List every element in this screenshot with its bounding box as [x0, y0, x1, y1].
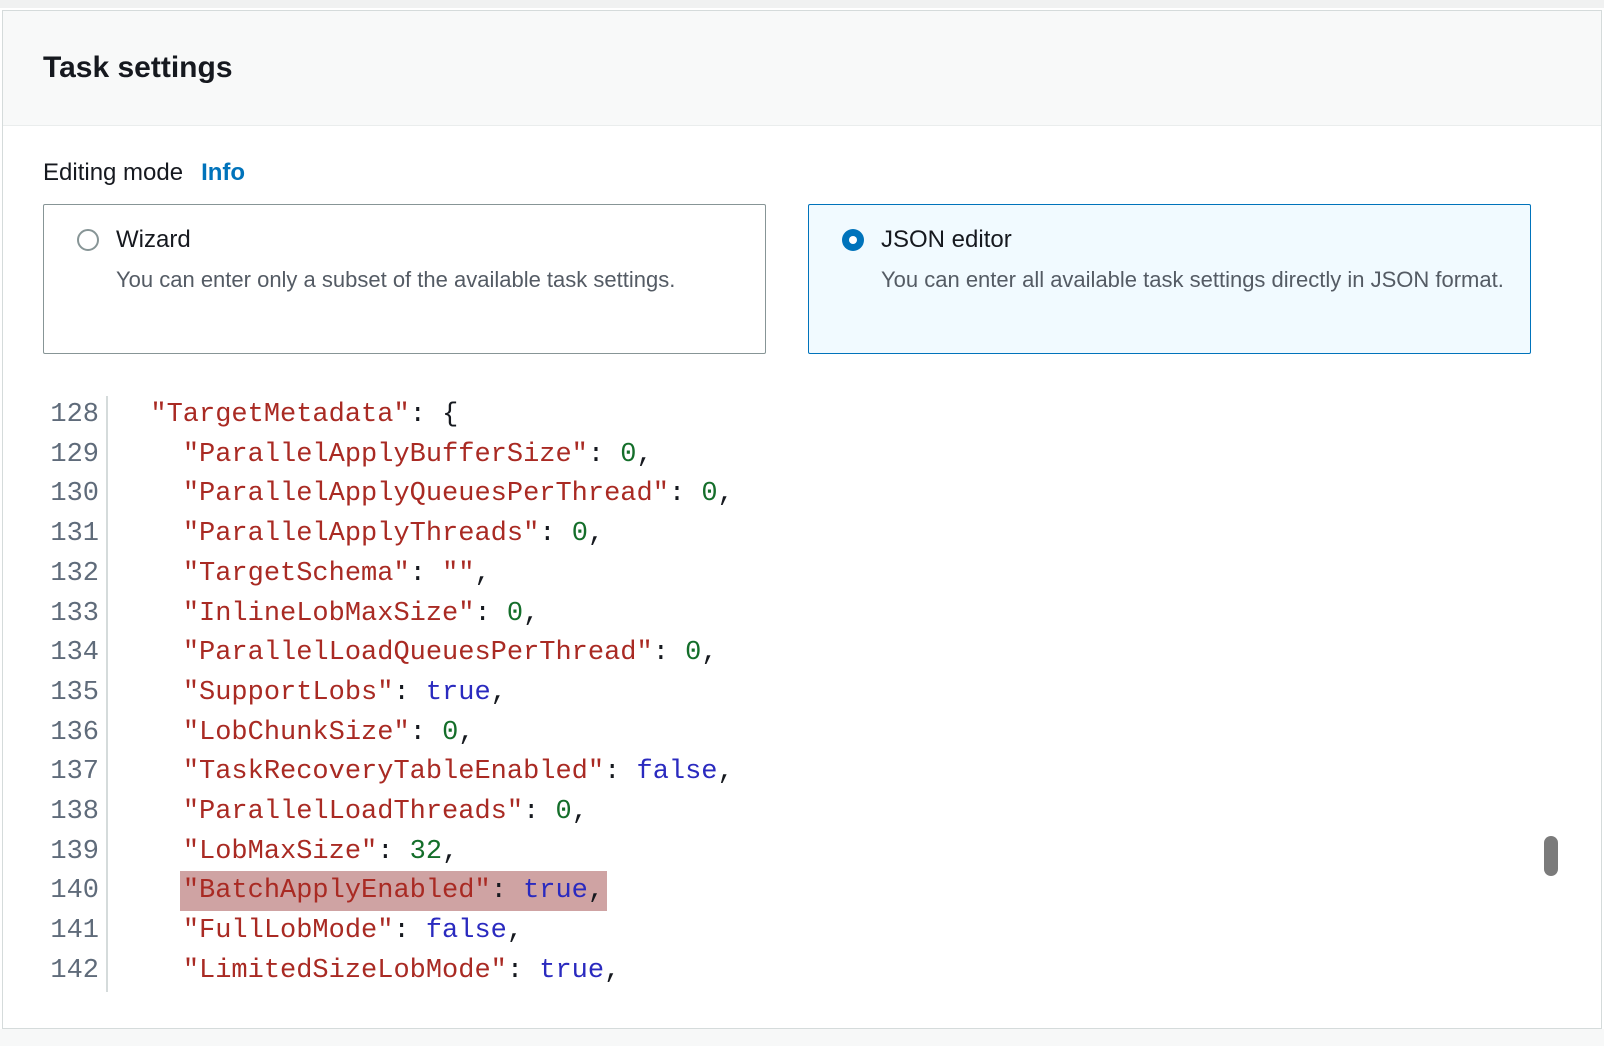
tile-wizard-head: Wizard — [77, 226, 741, 254]
code-text: "ParallelApplyBufferSize": 0, — [108, 436, 653, 476]
bottom-divider-strip — [0, 1029, 1604, 1046]
tile-wizard-description: You can enter only a subset of the avail… — [116, 264, 741, 296]
code-line[interactable]: 130 "ParallelApplyQueuesPerThread": 0, — [43, 475, 1561, 515]
json-editor-radio-button[interactable] — [842, 229, 864, 251]
line-number: 129 — [43, 436, 108, 476]
page-title: Task settings — [43, 51, 233, 85]
panel-body: Editing mode Info Wizard You can enter o… — [3, 126, 1601, 992]
highlighted-code: "BatchApplyEnabled": true, — [180, 871, 607, 911]
line-number: 137 — [43, 753, 108, 793]
line-number: 142 — [43, 952, 108, 992]
editing-mode-label: Editing mode — [43, 159, 183, 187]
code-line[interactable]: 128 "TargetMetadata": { — [43, 396, 1561, 436]
code-line[interactable]: 142 "LimitedSizeLobMode": true, — [43, 952, 1561, 992]
code-text: "SupportLobs": true, — [108, 674, 507, 714]
code-text: "TaskRecoveryTableEnabled": false, — [108, 753, 734, 793]
editing-mode-row: Editing mode Info — [43, 159, 1561, 187]
tile-json-editor[interactable]: JSON editor You can enter all available … — [808, 204, 1531, 354]
top-divider-strip — [0, 0, 1604, 8]
tile-json-editor-head: JSON editor — [842, 226, 1506, 254]
code-line[interactable]: 134 "ParallelLoadQueuesPerThread": 0, — [43, 634, 1561, 674]
tile-wizard[interactable]: Wizard You can enter only a subset of th… — [43, 204, 766, 354]
tile-json-editor-title: JSON editor — [881, 226, 1012, 254]
code-text: "BatchApplyEnabled": true, — [108, 872, 604, 912]
line-number: 136 — [43, 714, 108, 754]
code-text: "LimitedSizeLobMode": true, — [108, 952, 620, 992]
code-line[interactable]: 138 "ParallelLoadThreads": 0, — [43, 793, 1561, 833]
code-text: "ParallelLoadQueuesPerThread": 0, — [108, 634, 718, 674]
code-text: "TargetMetadata": { — [108, 396, 458, 436]
line-number: 131 — [43, 515, 108, 555]
wizard-radio-button[interactable] — [77, 229, 99, 251]
code-line[interactable]: 137 "TaskRecoveryTableEnabled": false, — [43, 753, 1561, 793]
code-line[interactable]: 139 "LobMaxSize": 32, — [43, 833, 1561, 873]
line-number: 128 — [43, 396, 108, 436]
editing-mode-tiles: Wizard You can enter only a subset of th… — [43, 204, 1561, 354]
line-number: 139 — [43, 833, 108, 873]
code-line[interactable]: 136 "LobChunkSize": 0, — [43, 714, 1561, 754]
tile-json-editor-description: You can enter all available task setting… — [881, 264, 1506, 296]
code-text: "ParallelApplyThreads": 0, — [108, 515, 604, 555]
scrollbar-thumb[interactable] — [1544, 836, 1558, 876]
line-number: 132 — [43, 555, 108, 595]
code-line[interactable]: 131 "ParallelApplyThreads": 0, — [43, 515, 1561, 555]
line-number: 141 — [43, 912, 108, 952]
json-code-editor[interactable]: 128 "TargetMetadata": {129 "ParallelAppl… — [43, 396, 1561, 992]
code-text: "InlineLobMaxSize": 0, — [108, 595, 539, 635]
code-line[interactable]: 135 "SupportLobs": true, — [43, 674, 1561, 714]
code-line[interactable]: 132 "TargetSchema": "", — [43, 555, 1561, 595]
line-number: 134 — [43, 634, 108, 674]
code-text: "LobChunkSize": 0, — [108, 714, 474, 754]
info-link[interactable]: Info — [201, 159, 245, 187]
code-line[interactable]: 133 "InlineLobMaxSize": 0, — [43, 595, 1561, 635]
code-text: "TargetSchema": "", — [108, 555, 491, 595]
code-line[interactable]: 140 "BatchApplyEnabled": true, — [43, 872, 1561, 912]
line-number: 130 — [43, 475, 108, 515]
code-line[interactable]: 129 "ParallelApplyBufferSize": 0, — [43, 436, 1561, 476]
code-line[interactable]: 141 "FullLobMode": false, — [43, 912, 1561, 952]
code-text: "LobMaxSize": 32, — [108, 833, 458, 873]
line-number: 135 — [43, 674, 108, 714]
line-number: 138 — [43, 793, 108, 833]
line-number: 133 — [43, 595, 108, 635]
panel-header: Task settings — [3, 11, 1601, 126]
code-text: "FullLobMode": false, — [108, 912, 523, 952]
code-text: "ParallelLoadThreads": 0, — [108, 793, 588, 833]
task-settings-panel: Task settings Editing mode Info Wizard Y… — [2, 10, 1602, 1029]
tile-wizard-title: Wizard — [116, 226, 191, 254]
line-number: 140 — [43, 872, 108, 912]
code-text: "ParallelApplyQueuesPerThread": 0, — [108, 475, 734, 515]
